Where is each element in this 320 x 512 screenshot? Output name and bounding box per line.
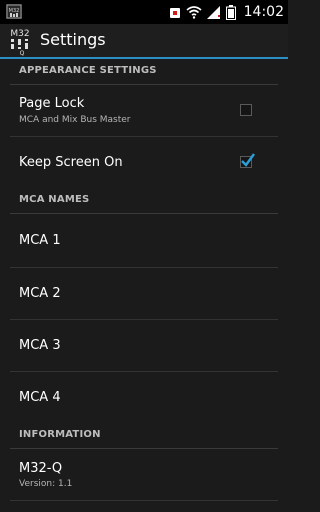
app-notification-icon: M32 <box>6 4 22 19</box>
status-time: 14:02 <box>243 4 284 20</box>
section-header-appearance: APPEARANCE SETTINGS <box>0 59 288 85</box>
checkmark-icon <box>241 153 255 167</box>
mca-name-label: MCA 1 <box>19 233 61 248</box>
mca-name-label: MCA 3 <box>19 338 61 353</box>
battery-icon <box>225 4 236 20</box>
section-header-information: INFORMATION <box>0 423 288 449</box>
list-divider <box>10 500 278 501</box>
setting-title: Keep Screen On <box>19 155 123 170</box>
setting-summary: MCA and Mix Bus Master <box>19 115 131 125</box>
app-logo-icon[interactable]: M32 Q <box>5 26 35 57</box>
list-item-app-info[interactable]: M32-Q Version: 1.1 <box>0 450 288 500</box>
action-bar: M32 Q Settings <box>0 24 288 57</box>
keep-screen-on-checkbox[interactable] <box>240 153 255 168</box>
logo-text: M32 <box>10 29 29 39</box>
status-bar: M32 14:02 <box>0 0 288 24</box>
logo-sub-text: Q <box>20 50 25 56</box>
page-lock-checkbox[interactable] <box>240 104 252 116</box>
list-item-mca-3[interactable]: MCA 3 <box>0 320 288 371</box>
android-debug-icon <box>169 8 180 18</box>
mca-name-label: MCA 2 <box>19 286 61 301</box>
section-divider <box>10 213 278 214</box>
mca-name-label: MCA 4 <box>19 390 61 405</box>
wifi-icon <box>186 5 202 19</box>
app-name-label: M32-Q <box>19 461 63 476</box>
signal-icon <box>206 5 220 19</box>
section-header-label: INFORMATION <box>19 429 101 440</box>
settings-list[interactable]: APPEARANCE SETTINGS Page Lock MCA and Mi… <box>0 59 288 512</box>
setting-keep-screen-on[interactable]: Keep Screen On <box>0 137 288 187</box>
section-header-label: MCA NAMES <box>19 194 90 205</box>
list-item-mca-4[interactable]: MCA 4 <box>0 372 288 423</box>
section-header-label: APPEARANCE SETTINGS <box>19 65 157 76</box>
list-item-mca-2[interactable]: MCA 2 <box>0 268 288 319</box>
section-divider <box>10 448 278 449</box>
app-version-label: Version: 1.1 <box>19 479 73 489</box>
list-item-mca-1[interactable]: MCA 1 <box>0 215 288 267</box>
setting-page-lock[interactable]: Page Lock MCA and Mix Bus Master <box>0 85 288 136</box>
page-title: Settings <box>40 30 106 49</box>
section-header-mca-names: MCA NAMES <box>0 188 288 214</box>
setting-title: Page Lock <box>19 96 85 111</box>
